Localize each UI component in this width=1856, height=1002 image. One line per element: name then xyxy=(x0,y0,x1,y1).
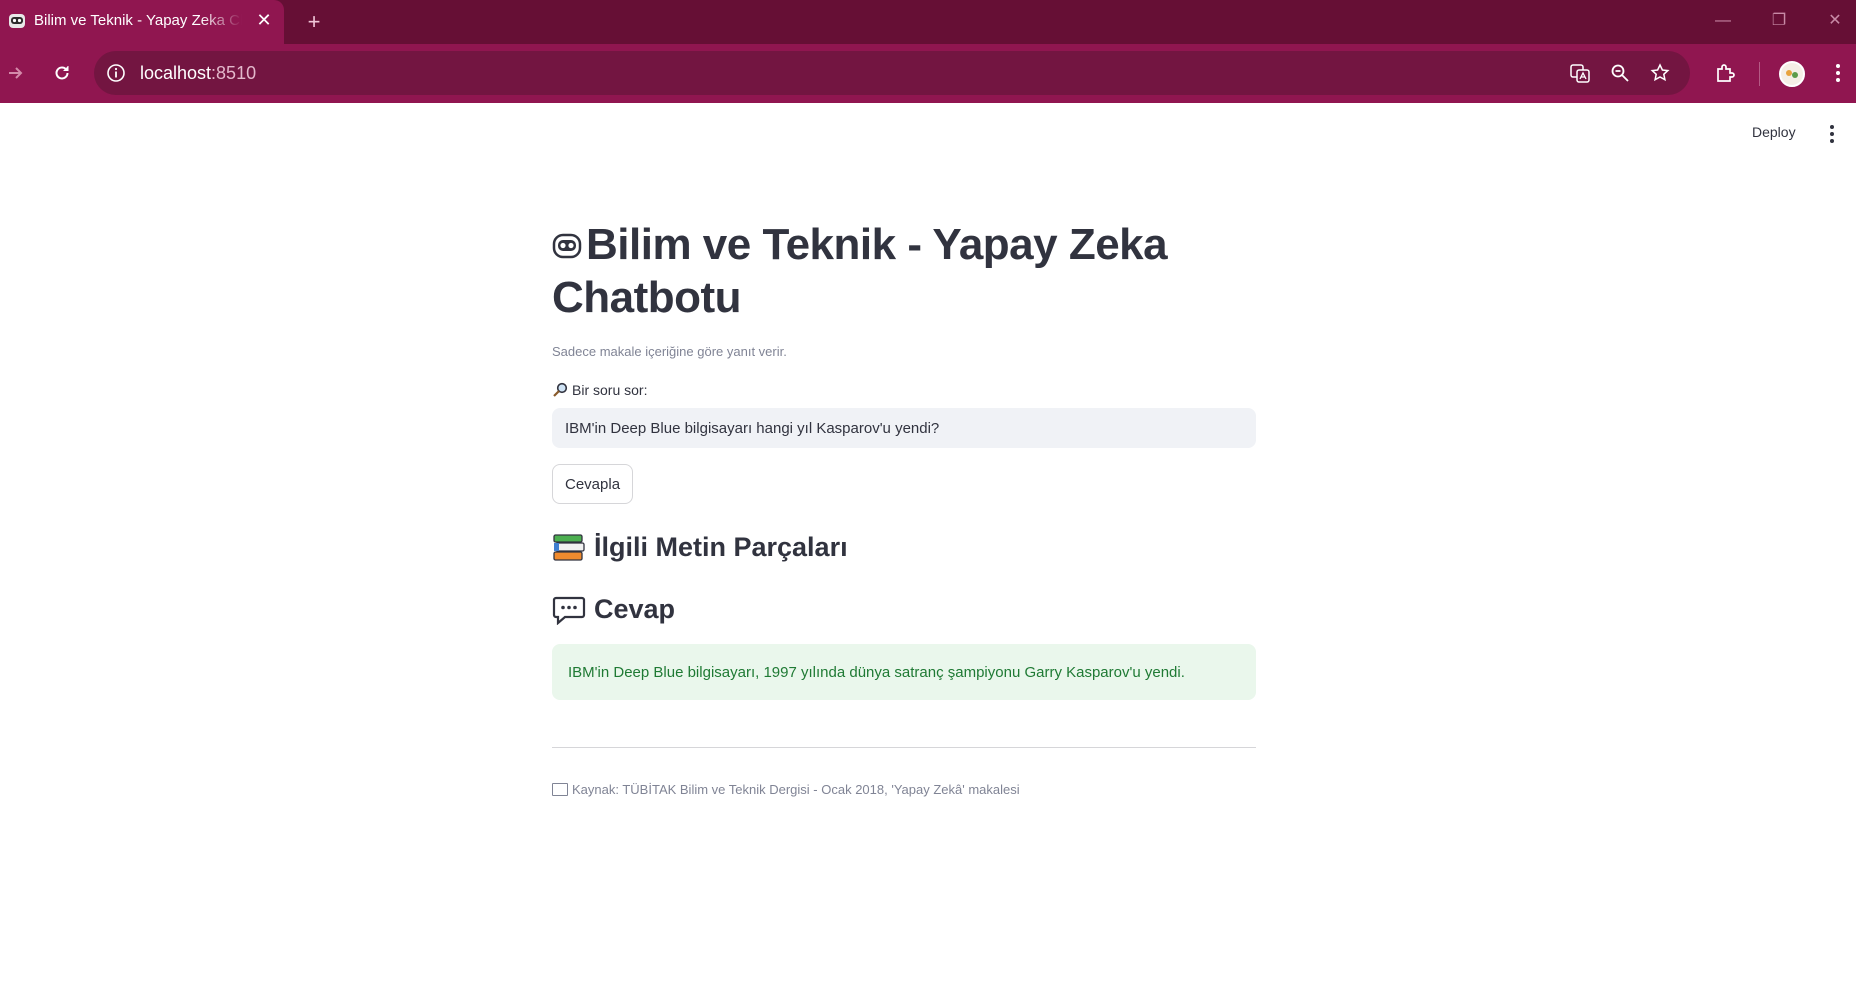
page-caption: Sadece makale içeriğine göre yanıt verir… xyxy=(552,344,787,359)
source-note-text: Kaynak: TÜBİTAK Bilim ve Teknik Dergisi … xyxy=(572,782,1020,797)
browser-tab-active[interactable]: Bilim ve Teknik - Yapay Zeka Chatbotu ✕ xyxy=(0,0,284,44)
question-label-text: Bir soru sor: xyxy=(572,382,648,398)
tab-title: Bilim ve Teknik - Yapay Zeka Chatbotu xyxy=(34,12,242,29)
zoom-icon[interactable] xyxy=(1608,61,1632,85)
browser-tabbar: Bilim ve Teknik - Yapay Zeka Chatbotu ✕ … xyxy=(0,0,1856,44)
browser-toolbar: localhost:8510 xyxy=(0,44,1856,103)
book-icon xyxy=(552,783,568,796)
magnifier-icon xyxy=(553,382,568,397)
answer-button[interactable]: Cevapla xyxy=(552,464,634,504)
forward-arrow-icon[interactable] xyxy=(0,57,32,89)
site-info-icon[interactable] xyxy=(106,63,126,83)
passages-heading-text: İlgili Metin Parçaları xyxy=(594,532,848,562)
reload-icon[interactable] xyxy=(46,57,78,89)
deploy-button[interactable]: Deploy xyxy=(1752,124,1796,140)
page-title-text: Bilim ve Teknik - Yapay Zeka Chatbotu xyxy=(552,220,1168,322)
question-input[interactable] xyxy=(552,408,1256,448)
profile-avatar[interactable] xyxy=(1779,61,1805,87)
books-icon xyxy=(553,533,585,561)
close-window-icon[interactable]: ✕ xyxy=(1820,8,1850,34)
browser-menu-icon[interactable] xyxy=(1822,57,1854,89)
new-tab-button[interactable]: + xyxy=(300,8,328,36)
translate-icon[interactable] xyxy=(1568,61,1592,85)
answer-heading: Cevap xyxy=(552,594,675,625)
answer-alert: IBM'in Deep Blue bilgisayarı, 1997 yılın… xyxy=(552,644,1256,700)
toolbar-divider xyxy=(1759,62,1760,86)
passages-heading: İlgili Metin Parçaları xyxy=(552,532,848,563)
url-text[interactable]: localhost:8510 xyxy=(140,63,256,84)
extensions-icon[interactable] xyxy=(1709,57,1741,89)
speech-bubble-icon xyxy=(552,596,586,625)
source-note: Kaynak: TÜBİTAK Bilim ve Teknik Dergisi … xyxy=(552,782,1020,797)
minimize-icon[interactable]: — xyxy=(1708,8,1738,34)
robot-favicon-icon xyxy=(9,14,25,28)
robot-face-icon xyxy=(552,233,582,259)
bookmark-star-icon[interactable] xyxy=(1648,61,1672,85)
answer-text: IBM'in Deep Blue bilgisayarı, 1997 yılın… xyxy=(568,663,1185,681)
section-divider xyxy=(552,747,1256,748)
app-menu-icon[interactable] xyxy=(1820,122,1844,146)
address-bar[interactable]: localhost:8510 xyxy=(94,51,1690,95)
answer-heading-text: Cevap xyxy=(594,594,676,624)
page-title: Bilim ve Teknik - Yapay Zeka Chatbotu xyxy=(552,218,1256,324)
restore-icon[interactable]: ❐ xyxy=(1764,8,1794,34)
main-content: Bilim ve Teknik - Yapay Zeka Chatbotu Sa… xyxy=(552,218,1256,797)
tab-close-icon[interactable]: ✕ xyxy=(254,10,274,30)
question-label: Bir soru sor: xyxy=(552,382,647,398)
